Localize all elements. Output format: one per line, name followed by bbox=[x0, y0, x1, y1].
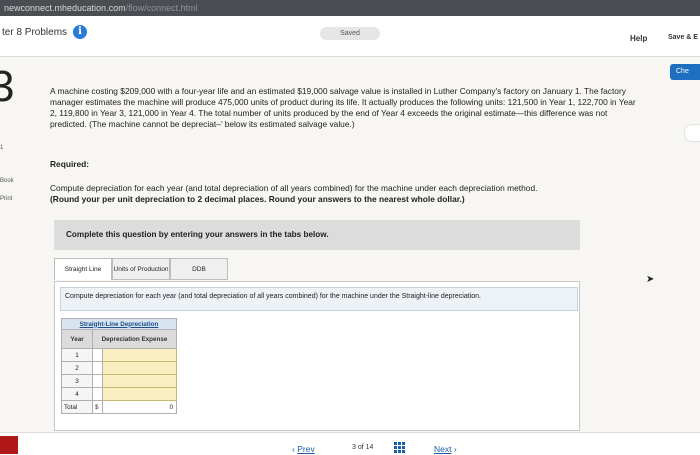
compute-text: Compute depreciation for each year (and … bbox=[50, 183, 538, 193]
ebook-link[interactable]: Book bbox=[0, 178, 14, 184]
table-row: 1 bbox=[61, 348, 177, 362]
currency-cell bbox=[92, 361, 103, 375]
url-text: newconnect.mheducation.com bbox=[4, 3, 126, 13]
expense-input[interactable] bbox=[102, 387, 177, 401]
saved-status: Saved bbox=[320, 27, 380, 40]
prev-button[interactable]: ‹ Prev bbox=[292, 444, 315, 454]
col-year: Year bbox=[61, 329, 93, 349]
compute-instructions: Compute depreciation for each year (and … bbox=[50, 183, 640, 204]
info-icon[interactable]: i bbox=[73, 25, 88, 39]
chevron-right-icon: › bbox=[453, 444, 457, 454]
top-bar: ter 8 Problems i Saved Help Save & E bbox=[0, 16, 700, 57]
tab-units-of-production[interactable]: Units of Production bbox=[112, 258, 170, 280]
prev-label: Prev bbox=[297, 444, 315, 454]
next-button[interactable]: Next › bbox=[434, 444, 457, 454]
chapter-title: ter 8 Problems i bbox=[2, 25, 88, 39]
total-row: Total $ 0 bbox=[61, 400, 177, 414]
tab-ddb[interactable]: DDB bbox=[170, 258, 228, 280]
save-exit-button[interactable]: Save & E bbox=[668, 34, 698, 41]
tab-straight-line[interactable]: Straight Line bbox=[54, 258, 112, 280]
next-label: Next bbox=[434, 444, 452, 454]
expense-input[interactable] bbox=[102, 361, 177, 375]
check-my-work-button[interactable]: Che bbox=[670, 64, 700, 80]
table-row: 2 bbox=[61, 361, 177, 375]
expense-input[interactable] bbox=[102, 374, 177, 388]
page-current: 3 bbox=[352, 444, 356, 451]
year-cell: 1 bbox=[61, 348, 93, 362]
table-title: Straight-Line Depreciation bbox=[61, 318, 177, 330]
print-link[interactable]: Print bbox=[0, 196, 12, 202]
table-row: 3 bbox=[61, 374, 177, 388]
chevron-left-icon: ‹ bbox=[292, 444, 295, 454]
required-heading: Required: bbox=[50, 159, 90, 169]
rounding-note: (Round your per unit depreciation to 2 d… bbox=[50, 193, 465, 204]
total-label: Total bbox=[61, 400, 93, 414]
page-total: 14 bbox=[365, 444, 374, 451]
method-tabs: Straight Line Units of Production DDB bbox=[54, 258, 228, 282]
page-indicator: 3 of 14 bbox=[352, 444, 373, 451]
year-cell: 4 bbox=[61, 387, 93, 401]
toggle-icon[interactable] bbox=[684, 124, 700, 142]
col-expense: Depreciation Expense bbox=[92, 329, 177, 349]
table-row: 4 bbox=[61, 387, 177, 401]
question-number: 3 bbox=[0, 62, 15, 111]
currency-cell bbox=[92, 374, 103, 388]
total-currency: $ bbox=[92, 400, 103, 414]
depreciation-table: Straight-Line Depreciation Year Deprecia… bbox=[61, 318, 177, 414]
bottom-navigation bbox=[0, 432, 700, 455]
expense-input[interactable] bbox=[102, 348, 177, 362]
red-corner-badge bbox=[0, 436, 18, 454]
page-of: of bbox=[357, 444, 364, 451]
mouse-cursor-icon: ➤ bbox=[646, 274, 655, 285]
url-path-text: /flow/connect.html bbox=[125, 3, 198, 13]
help-button[interactable]: Help bbox=[630, 34, 647, 43]
tab-instruction: Compute depreciation for each year (and … bbox=[60, 287, 578, 311]
currency-cell bbox=[92, 387, 103, 401]
problem-statement: A machine costing $209,000 with a four-y… bbox=[50, 86, 636, 129]
instruction-panel: Complete this question by entering your … bbox=[54, 220, 580, 250]
panel-instruction: Complete this question by entering your … bbox=[66, 230, 329, 239]
year-cell: 2 bbox=[61, 361, 93, 375]
currency-cell bbox=[92, 348, 103, 362]
total-value: 0 bbox=[102, 400, 177, 414]
browser-url-bar[interactable]: newconnect.mheducation.com/flow/connect.… bbox=[0, 0, 700, 16]
year-cell: 3 bbox=[61, 374, 93, 388]
grid-icon[interactable] bbox=[394, 442, 405, 453]
chapter-label: ter 8 Problems bbox=[2, 26, 68, 38]
side-tick: 1 bbox=[0, 145, 4, 151]
